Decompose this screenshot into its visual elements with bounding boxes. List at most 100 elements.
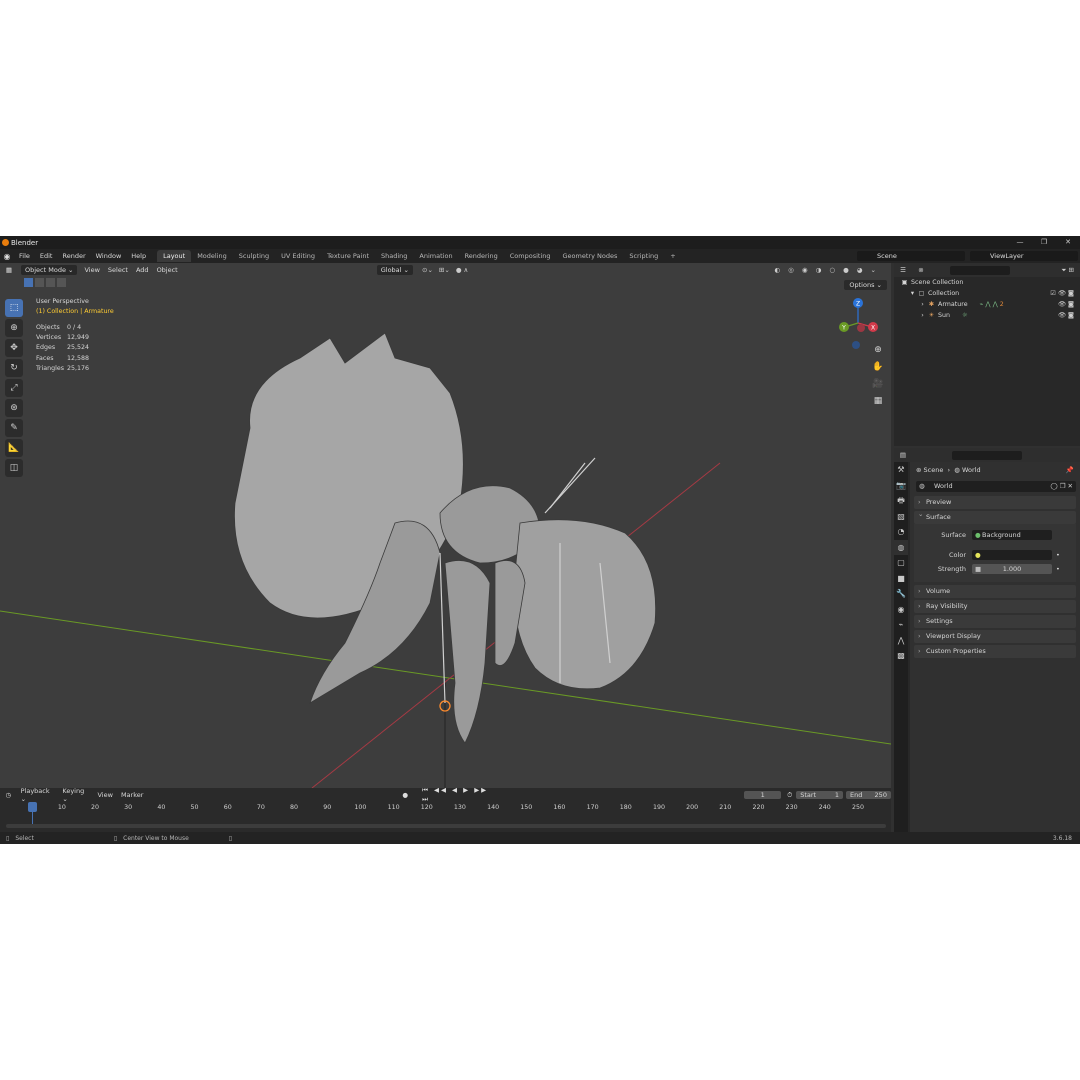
stopwatch-icon[interactable]: ⏱ (787, 791, 792, 800)
collection-visibility-icons[interactable]: ☑ 👁 ◙ (1050, 288, 1074, 299)
physics-tab-icon[interactable]: ◉ (894, 602, 908, 618)
expand-icon[interactable]: ▾ (908, 288, 917, 299)
tab-rendering[interactable]: Rendering (459, 250, 504, 262)
snap-icon[interactable]: ⊞⌄ (439, 266, 450, 274)
zoom-icon[interactable]: ⊕ (871, 343, 885, 357)
cursor-tool-icon[interactable]: ⊕ (5, 319, 23, 337)
filter-icon[interactable]: ⏷ ⊞ (1061, 266, 1074, 275)
collection-tab-icon[interactable]: ▢ (894, 555, 908, 571)
properties-search-input[interactable] (952, 450, 1022, 460)
keyframe-dot-icon[interactable]: • (1056, 565, 1060, 573)
texture-tab-icon[interactable]: ▩ (894, 648, 908, 664)
proportional-edit-icon[interactable]: ● ∧ (456, 266, 469, 274)
display-mode-icon[interactable]: ⊚ (912, 266, 930, 274)
sun-visibility-icons[interactable]: 👁 ◙ (1058, 310, 1074, 321)
panel-viewport-display[interactable]: Viewport Display (914, 630, 1076, 643)
panel-preview[interactable]: Preview (914, 496, 1076, 509)
add-cube-tool-icon[interactable]: ◫ (5, 459, 23, 477)
editor-type-icon[interactable]: ▦ (0, 266, 18, 274)
armature-visibility-icons[interactable]: 👁 ◙ (1058, 299, 1074, 310)
panel-surface[interactable]: Surface (914, 508, 1076, 524)
scene-collection-row[interactable]: ▣ Scene Collection (894, 277, 1080, 288)
viewport-menu-select[interactable]: Select (104, 266, 132, 274)
armature-row[interactable]: › ✱ Armature ⌁ ⋀ ⋀ 2 👁 ◙ (894, 299, 1080, 310)
select-extend-icon[interactable] (35, 278, 44, 287)
ortho-grid-icon[interactable]: ▦ (871, 394, 885, 408)
select-subtract-icon[interactable] (46, 278, 55, 287)
tab-modeling[interactable]: Modeling (191, 250, 233, 262)
annotate-tool-icon[interactable]: ✎ (5, 419, 23, 437)
record-button-icon[interactable]: ● (402, 791, 408, 799)
properties-editor-icon[interactable]: ▤ (894, 451, 912, 459)
select-mode-buttons[interactable] (24, 278, 66, 287)
tab-scripting[interactable]: Scripting (623, 250, 664, 262)
panel-ray-visibility[interactable]: Ray Visibility (914, 600, 1076, 613)
menu-render[interactable]: Render (57, 252, 90, 260)
blender-menu-icon[interactable]: ◉ (0, 252, 14, 261)
object-tab-icon[interactable]: ■ (894, 571, 908, 587)
collection-row[interactable]: ▾ ▢ Collection ☑ 👁 ◙ (894, 288, 1080, 299)
menu-window[interactable]: Window (91, 252, 127, 260)
tab-compositing[interactable]: Compositing (504, 250, 557, 262)
menu-help[interactable]: Help (126, 252, 151, 260)
select-intersect-icon[interactable] (57, 278, 66, 287)
color-field[interactable]: ● (972, 550, 1052, 560)
tab-animation[interactable]: Animation (413, 250, 458, 262)
transform-orientation-dropdown[interactable]: Global ⌄ (376, 265, 413, 275)
datablock-actions-icons[interactable]: ◯ ❐ ✕ (1050, 481, 1073, 492)
tab-uv-editing[interactable]: UV Editing (275, 250, 321, 262)
expand-icon[interactable]: › (918, 299, 927, 310)
output-tab-icon[interactable]: 🖶 (894, 493, 908, 509)
options-dropdown[interactable]: Options ⌄ (844, 280, 887, 290)
timeline-editor-icon[interactable]: ◷ (0, 791, 17, 799)
tool-tab-icon[interactable]: ⚒ (894, 462, 908, 478)
pan-hand-icon[interactable]: ✋ (871, 360, 885, 374)
menu-file[interactable]: File (14, 252, 35, 260)
select-new-icon[interactable] (24, 278, 33, 287)
viewport-menu-view[interactable]: View (80, 266, 103, 274)
tab-shading[interactable]: Shading (375, 250, 413, 262)
object-data-tab-icon[interactable]: ⋀ (894, 633, 908, 649)
timeline-menu-keying[interactable]: Keying ⌄ (58, 787, 93, 803)
timeline-menu-marker[interactable]: Marker (117, 791, 147, 799)
current-frame-field[interactable]: 1 (744, 791, 782, 799)
timeline-scrollbar[interactable] (6, 824, 886, 828)
playback-controls-icons[interactable]: ⏮ ◀◀ ◀ ▶ ▶▶ ⏭ (422, 786, 494, 804)
start-frame-field[interactable]: Start 1 (796, 791, 844, 799)
maximize-button[interactable]: ❐ (1032, 236, 1056, 249)
view-layer-tab-icon[interactable]: ▧ (894, 509, 908, 525)
render-tab-icon[interactable]: 📷 (894, 478, 908, 494)
expand-icon[interactable]: › (918, 310, 927, 321)
transform-tool-icon[interactable]: ⊛ (5, 399, 23, 417)
scene-selector[interactable]: Scene (857, 251, 965, 261)
rotate-tool-icon[interactable]: ↻ (5, 359, 23, 377)
surface-shader-field[interactable]: ● Background (972, 530, 1052, 540)
view-layer-selector[interactable]: ViewLayer (970, 251, 1078, 261)
mode-dropdown[interactable]: Object Mode ⌄ (21, 265, 78, 275)
scale-tool-icon[interactable]: ⤢ (5, 379, 23, 397)
camera-view-icon[interactable]: 🎥 (871, 377, 885, 391)
outliner-editor-icon[interactable]: ☰ (894, 266, 912, 274)
sun-row[interactable]: › ☀ Sun ☼ 👁 ◙ (894, 310, 1080, 321)
world-tab-icon[interactable]: ◍ (894, 539, 908, 555)
minimize-button[interactable]: — (1008, 236, 1032, 249)
outliner-search-input[interactable] (950, 265, 1010, 275)
pin-icon[interactable]: 📌 (1066, 462, 1074, 478)
shading-buttons[interactable]: ◐ ◎ ◉ ◑ ○ ● ◕ ⌄ (774, 266, 879, 274)
world-datablock-field[interactable]: ◍ World ◯ ❐ ✕ (916, 481, 1076, 492)
close-button[interactable]: ✕ (1056, 236, 1080, 249)
tab-sculpting[interactable]: Sculpting (233, 250, 275, 262)
menu-edit[interactable]: Edit (35, 252, 58, 260)
keyframe-dot-icon[interactable]: • (1056, 551, 1060, 559)
select-box-tool-icon[interactable]: ⬚ (5, 299, 23, 317)
modifier-tab-icon[interactable]: 🔧 (894, 586, 908, 602)
scene-tab-icon[interactable]: ◔ (894, 524, 908, 540)
viewport-menu-add[interactable]: Add (132, 266, 153, 274)
3d-viewport[interactable]: ▦ Object Mode ⌄ View Select Add Object G… (0, 263, 891, 788)
frame-ruler[interactable]: 1102030405060708090100110120130140150160… (0, 804, 891, 814)
add-workspace-button[interactable]: + (664, 250, 681, 262)
timeline-menu-playback[interactable]: Playback ⌄ (17, 787, 59, 803)
tab-texture-paint[interactable]: Texture Paint (321, 250, 375, 262)
end-frame-field[interactable]: End 250 (846, 791, 891, 799)
move-tool-icon[interactable]: ✥ (5, 339, 23, 357)
